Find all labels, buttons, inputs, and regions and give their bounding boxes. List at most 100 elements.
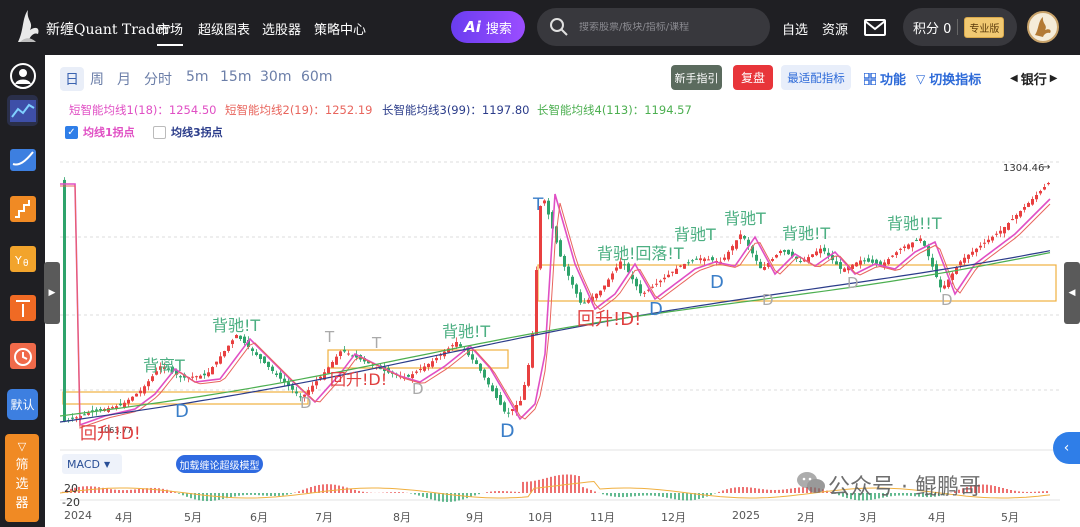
candle-body	[735, 240, 738, 249]
logo-icon[interactable]	[14, 8, 42, 46]
svg-text:θ: θ	[23, 259, 29, 269]
sidebar-top[interactable]	[7, 292, 38, 323]
macd-selector[interactable]: MACD ▼	[62, 454, 122, 474]
candle-body	[251, 348, 254, 351]
sidebar-clock[interactable]	[7, 340, 38, 371]
avatar[interactable]	[1027, 11, 1059, 43]
candle-body	[319, 376, 322, 379]
candle-body	[255, 352, 258, 355]
candle-body	[199, 375, 202, 379]
period-week[interactable]: 周	[90, 69, 104, 89]
candle-body	[1019, 211, 1022, 217]
search-box[interactable]	[537, 8, 770, 46]
high-price-label: 1304.46	[1003, 163, 1045, 174]
filter-char-1: 筛	[15, 458, 29, 473]
candle-body	[179, 376, 182, 378]
candle-body	[843, 268, 846, 272]
candle-body	[315, 381, 318, 386]
signal-label: 背驰!!T	[887, 214, 942, 233]
search-input[interactable]	[579, 21, 769, 33]
nav-super-chart[interactable]: 超级图表	[198, 19, 250, 38]
left-panel-handle[interactable]: ▶	[44, 262, 60, 324]
candle-body	[939, 279, 942, 288]
candle-body	[99, 408, 102, 410]
period-day[interactable]: 日	[60, 67, 84, 91]
period-60m[interactable]: 60m	[301, 69, 332, 85]
sidebar-indicator[interactable]: Y θ	[7, 243, 38, 274]
period-intraday[interactable]: 分时	[144, 69, 172, 89]
sidebar-trend-chart[interactable]	[7, 143, 38, 174]
pro-badge[interactable]: 专业版	[964, 16, 1005, 38]
candle-body	[495, 388, 498, 398]
price-chart[interactable]	[60, 150, 1060, 505]
sidebar-user[interactable]	[7, 60, 38, 91]
brand-name[interactable]: 新缠Quant Trader	[46, 19, 170, 39]
checkbox-checked-icon[interactable]: ✓	[65, 125, 78, 139]
turn1-checkbox[interactable]: ✓ 均线1拐点	[65, 124, 135, 140]
candle-body	[83, 414, 86, 416]
dropdown-icon: ▼	[103, 459, 111, 469]
top-navigation-bar: 新缠Quant Trader 市场 超级图表 选股器 策略中心 Ai 搜索 自选…	[0, 0, 1080, 55]
period-30m[interactable]: 30m	[260, 69, 291, 85]
sidebar-default[interactable]: 默认	[7, 389, 38, 420]
candle-body	[783, 250, 786, 252]
candle-body	[211, 367, 214, 375]
function-menu[interactable]: 功能	[864, 69, 906, 88]
candle-body	[143, 386, 146, 394]
nav-stock-screener[interactable]: 选股器	[262, 19, 301, 38]
arrow-left-icon: ◀	[1068, 288, 1076, 298]
stock-switcher[interactable]: ◀ 银行 ▶	[1010, 69, 1057, 88]
signal-label: D	[649, 299, 663, 320]
candle-body	[223, 351, 226, 357]
prev-stock-icon[interactable]: ◀	[1010, 73, 1018, 84]
search-icon	[550, 18, 568, 36]
candle-body	[779, 251, 782, 254]
candle-body	[539, 206, 542, 269]
nav-watchlist[interactable]: 自选	[782, 19, 808, 38]
candle-body	[435, 358, 438, 361]
nav-strategy-center[interactable]: 策略中心	[314, 19, 366, 38]
period-month[interactable]: 月	[117, 69, 131, 89]
turn1-label: 均线1拐点	[83, 126, 135, 139]
replay-button[interactable]: 复盘	[733, 65, 773, 90]
period-15m[interactable]: 15m	[220, 69, 251, 85]
candle-body	[991, 236, 994, 241]
month-label: 6月	[250, 511, 268, 524]
load-model-button[interactable]: 加载缠论超级模型	[176, 455, 263, 473]
ma1-legend: 短智能均线1(18)：1254.50	[69, 103, 217, 117]
function-label: 功能	[880, 73, 907, 88]
filter-button[interactable]: ▽ 筛 选 器	[5, 434, 39, 522]
collapse-panel-button[interactable]: ‹	[1053, 432, 1080, 464]
macd-tick-bottom: -20	[62, 496, 80, 509]
candle-body	[655, 283, 658, 285]
candle-body	[1015, 215, 1018, 219]
candle-body	[599, 290, 602, 296]
candle-body	[571, 276, 574, 285]
candle-body	[291, 385, 294, 390]
next-stock-icon[interactable]: ▶	[1050, 73, 1058, 84]
sidebar-line-chart[interactable]	[7, 95, 38, 126]
candle-body	[259, 354, 262, 359]
nav-market[interactable]: 市场	[157, 19, 184, 46]
newbie-guide-button[interactable]: 新手指引	[671, 65, 722, 90]
candle-body	[335, 356, 338, 365]
period-5m[interactable]: 5m	[186, 69, 209, 85]
switch-indicator-menu[interactable]: ▽ 切换指标	[916, 69, 981, 89]
best-indicator-button[interactable]: 最适配指标	[781, 65, 851, 90]
candle-body	[1043, 187, 1046, 190]
turn3-checkbox[interactable]: 均线3拐点	[153, 124, 223, 140]
points-panel[interactable]: 积分 0 专业版	[903, 8, 1017, 46]
nav-resources[interactable]: 资源	[822, 19, 848, 38]
signal-label: 背离T	[143, 356, 185, 375]
right-panel-handle[interactable]: ◀	[1064, 262, 1080, 324]
ai-search-button[interactable]: Ai 搜索	[451, 11, 525, 43]
month-label: 8月	[393, 511, 411, 524]
checkbox-unchecked-icon[interactable]	[153, 125, 166, 139]
mail-icon[interactable]	[864, 19, 886, 36]
candle-body	[127, 399, 130, 404]
candle-body	[911, 242, 914, 248]
candle-body	[479, 363, 482, 371]
sidebar-stairs-chart[interactable]	[7, 193, 38, 224]
candle-body	[519, 401, 522, 406]
candle-body	[567, 266, 570, 276]
